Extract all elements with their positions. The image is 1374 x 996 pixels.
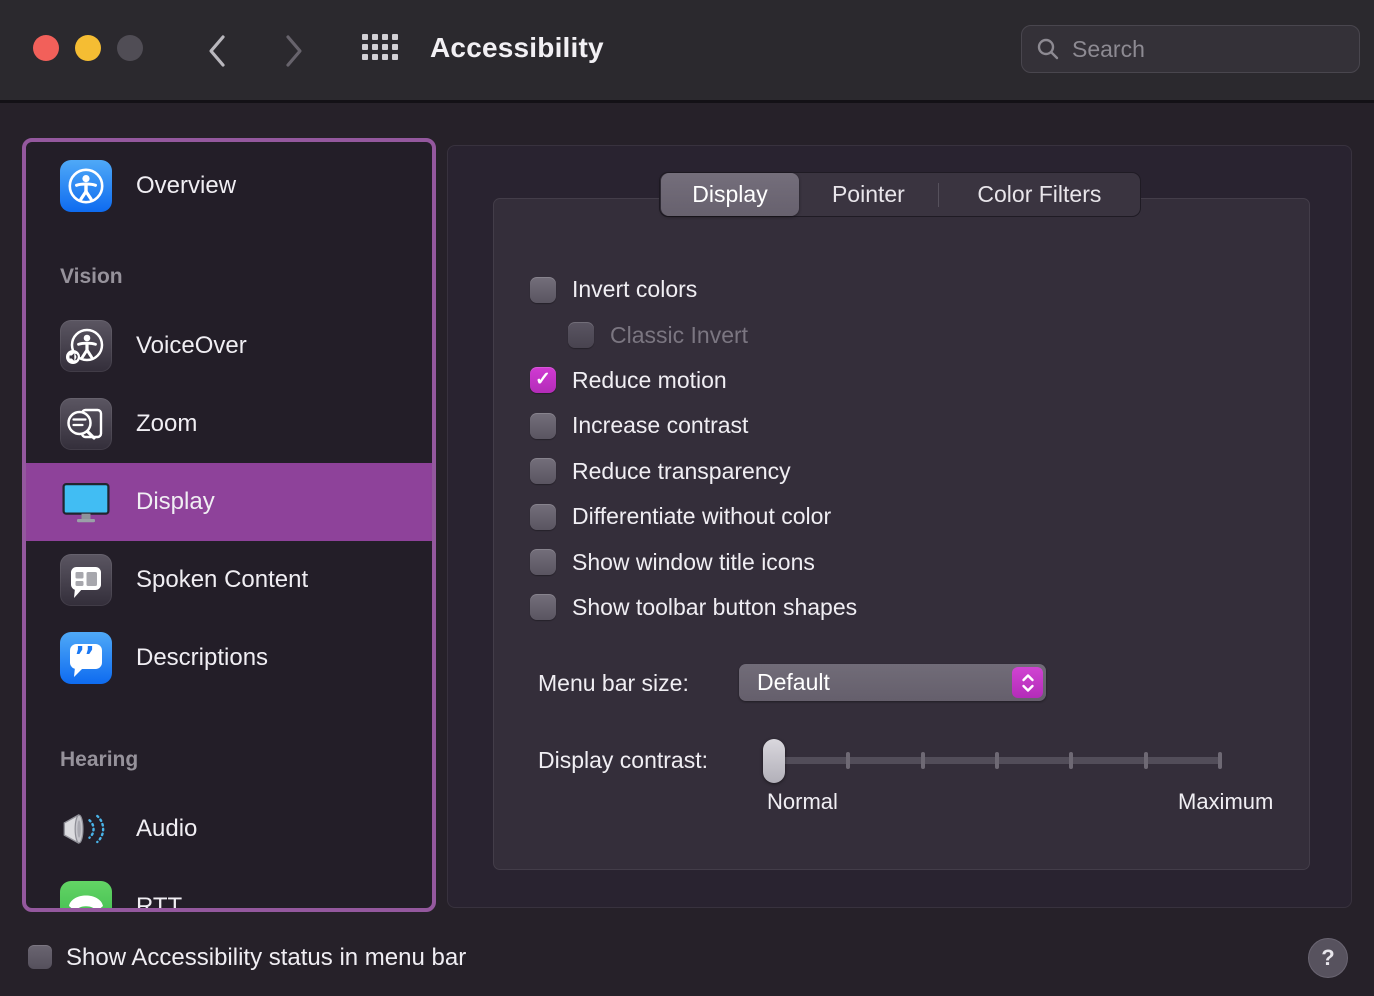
checkbox-row-increase-contrast[interactable]: ✓ Increase contrast	[530, 403, 1270, 448]
checkbox-row-show-window-title-icons[interactable]: ✓ Show window title icons	[530, 539, 1270, 584]
sidebar-item-voiceover[interactable]: VoiceOver	[26, 307, 432, 385]
show-all-grid-icon[interactable]	[362, 34, 398, 60]
menu-bar-size-row: Menu bar size: Default	[538, 663, 1278, 703]
sidebar-item-audio[interactable]: Audio	[26, 790, 432, 868]
increase-contrast-checkbox[interactable]: ✓	[530, 413, 556, 439]
checkbox-row-differentiate-without-color[interactable]: ✓ Differentiate without color	[530, 494, 1270, 539]
sidebar-item-descriptions[interactable]: ’’ Descriptions	[26, 619, 432, 697]
content-pane: Display Pointer Color Filters ✓ Invert c…	[447, 145, 1352, 908]
reduce-motion-checkbox[interactable]: ✓	[530, 367, 556, 393]
show-window-title-icons-checkbox[interactable]: ✓	[530, 549, 556, 575]
help-button[interactable]: ?	[1308, 938, 1348, 978]
classic-invert-checkbox: ✓	[568, 322, 594, 348]
rtt-phone-icon	[60, 881, 112, 912]
search-field[interactable]	[1021, 25, 1360, 73]
sidebar-item-rtt[interactable]: RTT	[26, 868, 432, 912]
tab-bar: Display Pointer Color Filters	[659, 172, 1141, 217]
slider-tick	[1144, 752, 1148, 769]
menu-bar-size-label: Menu bar size:	[538, 670, 689, 697]
sidebar-section-hearing: Hearing	[60, 745, 432, 775]
accessibility-preferences-window: Accessibility	[0, 0, 1374, 996]
checkbox-row-reduce-motion[interactable]: ✓ Reduce motion	[530, 358, 1270, 403]
back-button[interactable]	[200, 30, 234, 72]
sidebar-section-vision: Vision	[60, 262, 432, 292]
checkbox-list: ✓ Invert colors ✓ Classic Invert ✓ Reduc…	[530, 267, 1270, 630]
popup-stepper-icon	[1012, 667, 1043, 698]
search-input[interactable]	[1072, 36, 1345, 63]
chevron-right-icon	[283, 34, 305, 68]
show-accessibility-status-label: Show Accessibility status in menu bar	[66, 944, 466, 972]
question-mark-icon: ?	[1321, 945, 1334, 971]
sidebar: Overview Vision VoiceOver	[22, 138, 436, 912]
show-toolbar-button-shapes-checkbox[interactable]: ✓	[530, 594, 556, 620]
differentiate-without-color-checkbox[interactable]: ✓	[530, 504, 556, 530]
reduce-transparency-checkbox[interactable]: ✓	[530, 458, 556, 484]
slider-max-label: Maximum	[1178, 789, 1273, 815]
sidebar-item-overview[interactable]: Overview	[26, 147, 432, 225]
checkbox-row-invert-colors[interactable]: ✓ Invert colors	[530, 267, 1270, 312]
chevron-left-icon	[206, 34, 228, 68]
tab-pointer[interactable]: Pointer	[799, 173, 938, 216]
minimize-window-button[interactable]	[75, 35, 101, 61]
spoken-content-icon	[60, 554, 112, 606]
close-window-button[interactable]	[33, 35, 59, 61]
display-contrast-slider[interactable]	[770, 739, 1222, 783]
accessibility-overview-icon	[60, 160, 112, 212]
tab-display[interactable]: Display	[661, 173, 799, 216]
menu-bar-size-popup[interactable]: Default	[739, 664, 1046, 701]
slider-tick	[995, 752, 999, 769]
titlebar: Accessibility	[0, 0, 1374, 103]
sidebar-item-spoken-content[interactable]: Spoken Content	[26, 541, 432, 619]
slider-min-label: Normal	[767, 789, 838, 815]
tab-color-filters[interactable]: Color Filters	[939, 173, 1140, 216]
zoom-window-button[interactable]	[117, 35, 143, 61]
display-contrast-label: Display contrast:	[538, 747, 708, 774]
display-contrast-row: Display contrast: Normal Maximum	[538, 739, 1278, 829]
show-accessibility-status-checkbox[interactable]	[28, 945, 52, 969]
display-tab-groupbox: ✓ Invert colors ✓ Classic Invert ✓ Reduc…	[493, 198, 1310, 870]
descriptions-icon: ’’	[60, 632, 112, 684]
slider-thumb[interactable]	[763, 739, 785, 783]
audio-speaker-icon	[60, 803, 112, 855]
slider-tick	[1218, 752, 1222, 769]
slider-tick	[921, 752, 925, 769]
search-icon	[1036, 37, 1060, 61]
zoom-icon	[60, 398, 112, 450]
checkbox-row-show-toolbar-button-shapes[interactable]: ✓ Show toolbar button shapes	[530, 585, 1270, 630]
svg-text:’’: ’’	[75, 642, 95, 672]
checkbox-row-classic-invert: ✓ Classic Invert	[530, 312, 1270, 357]
slider-tick	[846, 752, 850, 769]
page-title: Accessibility	[430, 32, 604, 64]
forward-button[interactable]	[277, 30, 311, 72]
display-monitor-icon	[60, 476, 112, 528]
sidebar-item-display[interactable]: Display	[26, 463, 432, 541]
slider-tick	[1069, 752, 1073, 769]
checkbox-row-reduce-transparency[interactable]: ✓ Reduce transparency	[530, 449, 1270, 494]
sidebar-item-zoom[interactable]: Zoom	[26, 385, 432, 463]
voiceover-icon	[60, 320, 112, 372]
invert-colors-checkbox[interactable]: ✓	[530, 277, 556, 303]
